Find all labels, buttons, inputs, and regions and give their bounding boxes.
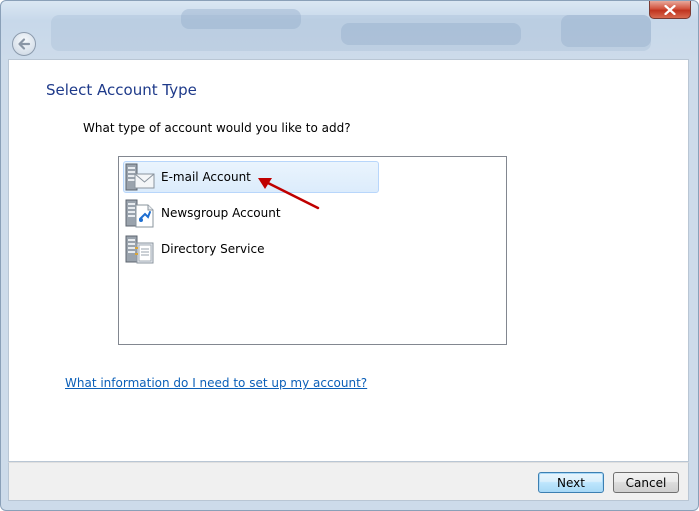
cancel-button[interactable]: Cancel	[613, 472, 679, 493]
title-bar-glass	[561, 15, 651, 47]
list-item-label: Newsgroup Account	[161, 206, 281, 220]
list-item-newsgroup-account[interactable]: Newsgroup Account	[123, 197, 379, 229]
list-item-label: E-mail Account	[161, 170, 251, 184]
newsgroup-server-icon	[125, 199, 154, 228]
next-button[interactable]: Next	[538, 472, 604, 493]
account-type-question: What type of account would you like to a…	[83, 121, 351, 135]
setup-help-link[interactable]: What information do I need to set up my …	[65, 376, 367, 390]
list-item-label: Directory Service	[161, 242, 265, 256]
page-title: Select Account Type	[46, 81, 197, 99]
account-type-listbox[interactable]: E-mail Account Newsgroup Account Directo…	[118, 156, 507, 345]
title-bar-glass	[181, 9, 301, 29]
list-item-email-account[interactable]: E-mail Account	[123, 161, 379, 193]
back-button[interactable]	[12, 32, 36, 56]
list-item-directory-service[interactable]: Directory Service	[123, 233, 379, 265]
directory-server-icon	[125, 235, 154, 264]
close-button[interactable]	[649, 1, 691, 19]
title-bar-glass	[341, 23, 521, 45]
email-server-icon	[125, 163, 155, 191]
close-icon	[664, 4, 676, 15]
back-arrow-icon	[18, 38, 31, 50]
